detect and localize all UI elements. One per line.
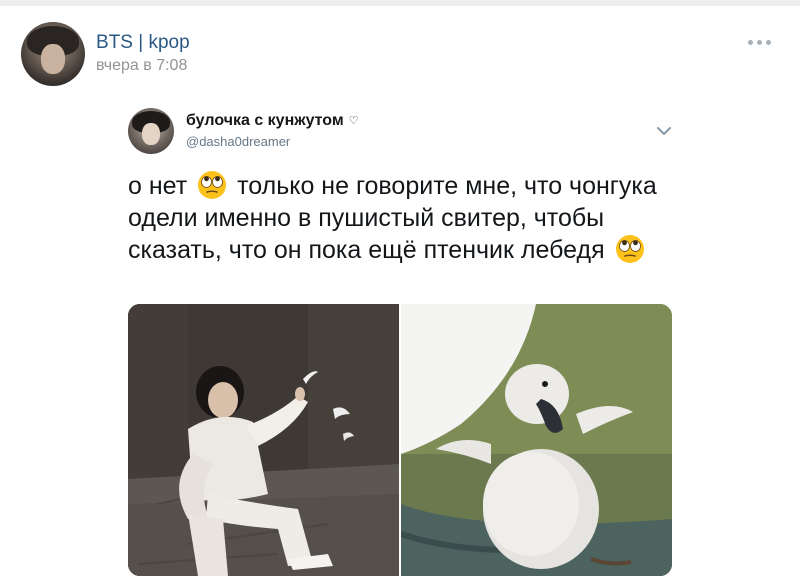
chevron-down-icon[interactable]: [655, 124, 673, 138]
tweet-author-name: булочка с кунжутом ♡: [186, 112, 359, 130]
tweet-photo-cygnet[interactable]: [401, 304, 672, 576]
community-avatar[interactable]: [21, 22, 85, 86]
tweet-photo-person[interactable]: [128, 304, 399, 576]
eyes-rolling-emoji: [615, 235, 644, 263]
tweet-text-part1: о нет: [128, 172, 188, 200]
tweet-author-handle: @dasha0dreamer: [186, 134, 291, 149]
tweet-author-avatar: [128, 108, 174, 154]
post-timestamp[interactable]: вчера в 7:08: [96, 57, 187, 75]
tweet-author-name-text: булочка с кунжутом: [186, 112, 344, 129]
heart-icon: ♡: [348, 115, 359, 127]
top-strip: [0, 0, 800, 6]
tweet-text: о нет только не говорите мне, что чонгук…: [128, 170, 688, 267]
community-name-link[interactable]: BTS | kpop: [96, 33, 190, 53]
more-icon[interactable]: [748, 36, 774, 48]
eyes-rolling-emoji: [198, 171, 227, 199]
